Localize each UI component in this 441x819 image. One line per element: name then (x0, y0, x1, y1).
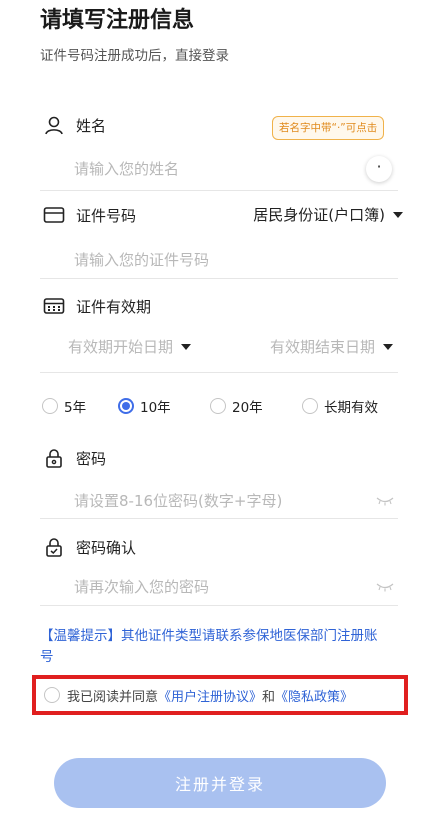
validity-options: 5年 10年 20年 长期有效 (42, 396, 402, 416)
radio-label: 5年 (64, 400, 87, 416)
name-label-row: 姓名 (42, 114, 106, 136)
id-label: 证件号码 (76, 206, 137, 225)
agreement-row: 我已阅读并同意《用户注册协议》和《隐私政策》 (32, 675, 408, 715)
validity-label: 证件有效期 (76, 297, 152, 316)
radio-label: 10年 (140, 400, 171, 416)
password-input[interactable]: 请设置8-16位密码(数字+字母) (74, 490, 282, 511)
radio-circle (210, 398, 226, 414)
chevron-down-icon (393, 211, 403, 218)
agreement-and: 和 (262, 689, 276, 705)
password-confirm-label-row: 密码确认 (42, 536, 136, 558)
name-dot-hint: 若名字中带“·”可点击 (272, 116, 385, 140)
radio-label: 长期有效 (324, 400, 378, 416)
id-label-row: 证件号码 (42, 204, 136, 226)
validity-start-placeholder: 有效期开始日期 (68, 338, 174, 356)
id-card-icon (42, 204, 66, 226)
divider (40, 190, 398, 191)
radio-5-years[interactable]: 5年 (42, 396, 118, 416)
radio-circle (118, 398, 134, 414)
agreement-text: 我已阅读并同意《用户注册协议》和《隐私政策》 (67, 686, 353, 705)
name-label: 姓名 (76, 116, 107, 135)
chevron-down-icon (181, 343, 192, 350)
divider (40, 278, 398, 279)
doc-type-value: 居民身份证(户口簿) (253, 206, 385, 224)
divider (40, 372, 398, 373)
user-icon (42, 114, 66, 136)
radio-circle (302, 398, 318, 414)
page-subtitle: 证件号码注册成功后，直接登录 (40, 48, 229, 64)
validity-start-select[interactable]: 有效期开始日期 (68, 336, 192, 357)
agreement-checkbox[interactable] (44, 687, 60, 703)
register-login-button[interactable]: 注册并登录 (54, 758, 386, 808)
agreement-prefix: 我已阅读并同意 (67, 689, 159, 705)
eye-closed-icon[interactable] (376, 582, 394, 592)
divider (40, 518, 398, 519)
user-agreement-link[interactable]: 《用户注册协议》 (158, 690, 262, 705)
password-label-row: 密码 (42, 447, 106, 469)
privacy-policy-link[interactable]: 《隐私政策》 (275, 690, 353, 705)
id-number-input[interactable]: 请输入您的证件号码 (74, 249, 209, 270)
insert-dot-button[interactable]: · (366, 156, 392, 182)
divider (40, 605, 398, 606)
eye-closed-icon[interactable] (376, 496, 394, 506)
radio-permanent[interactable]: 长期有效 (302, 396, 378, 416)
password-confirm-input[interactable]: 请再次输入您的密码 (74, 576, 209, 597)
doc-type-select[interactable]: 居民身份证(户口簿) (253, 204, 403, 225)
radio-label: 20年 (232, 400, 263, 416)
validity-end-placeholder: 有效期结束日期 (270, 338, 376, 356)
calendar-icon (42, 295, 66, 317)
radio-circle (42, 398, 58, 414)
radio-10-years[interactable]: 10年 (118, 396, 210, 416)
lock-icon (42, 447, 66, 469)
name-input[interactable]: 请输入您的姓名 (74, 158, 179, 179)
validity-label-row: 证件有效期 (42, 295, 151, 317)
chevron-down-icon (383, 343, 394, 350)
lock-check-icon (42, 536, 66, 558)
validity-end-select[interactable]: 有效期结束日期 (270, 336, 394, 357)
radio-20-years[interactable]: 20年 (210, 396, 302, 416)
page-title: 请填写注册信息 (40, 8, 195, 33)
password-confirm-label: 密码确认 (76, 538, 137, 557)
password-label: 密码 (76, 449, 107, 468)
warm-tip: 【温馨提示】其他证件类型请联系参保地医保部门注册账号 (40, 628, 378, 665)
